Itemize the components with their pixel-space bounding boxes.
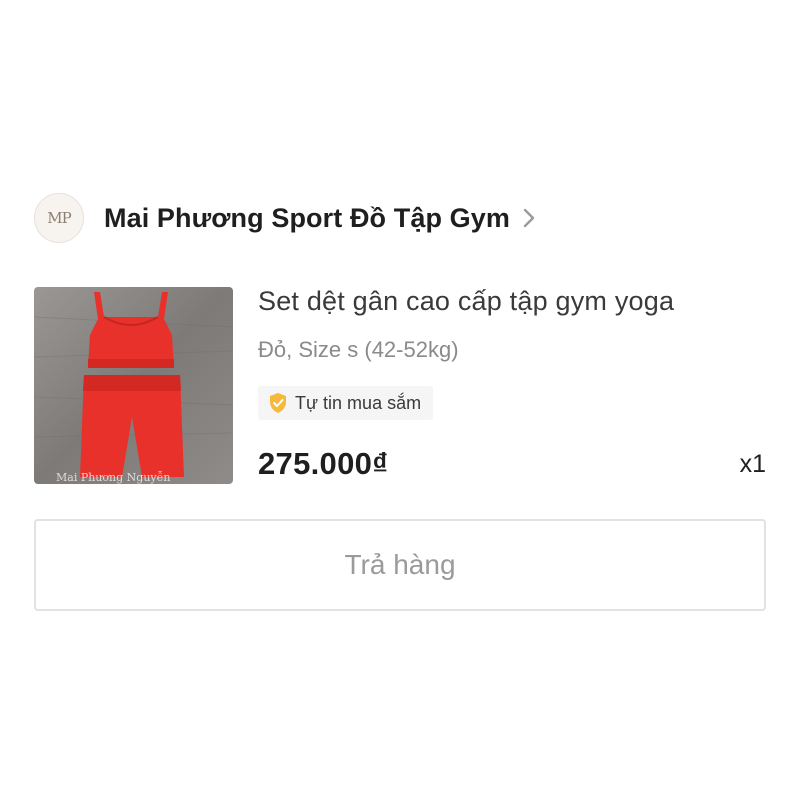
chevron-right-icon[interactable]	[522, 207, 536, 229]
image-watermark: Mai Phương Nguyễn	[56, 471, 170, 484]
shopping-confidence-badge[interactable]: Tự tin mua sắm	[258, 386, 434, 420]
product-price: 275.000₫	[258, 446, 389, 481]
shield-check-icon	[268, 392, 288, 414]
shop-header[interactable]: MP Mai Phương Sport Đồ Tập Gym	[34, 192, 774, 244]
product-image[interactable]: Mai Phương Nguyễn	[34, 287, 233, 484]
product-variant: Đỏ, Size s (42-52kg)	[258, 337, 459, 362]
shop-name[interactable]: Mai Phương Sport Đồ Tập Gym	[104, 203, 510, 234]
badge-label: Tự tin mua sắm	[295, 392, 422, 413]
product-quantity: x1	[739, 450, 766, 478]
shop-avatar[interactable]: MP	[34, 193, 84, 243]
return-button[interactable]: Trả hàng	[34, 519, 766, 611]
shop-avatar-text: MP	[47, 209, 71, 227]
product-title[interactable]: Set dệt gân cao cấp tập gym yoga	[258, 286, 674, 317]
